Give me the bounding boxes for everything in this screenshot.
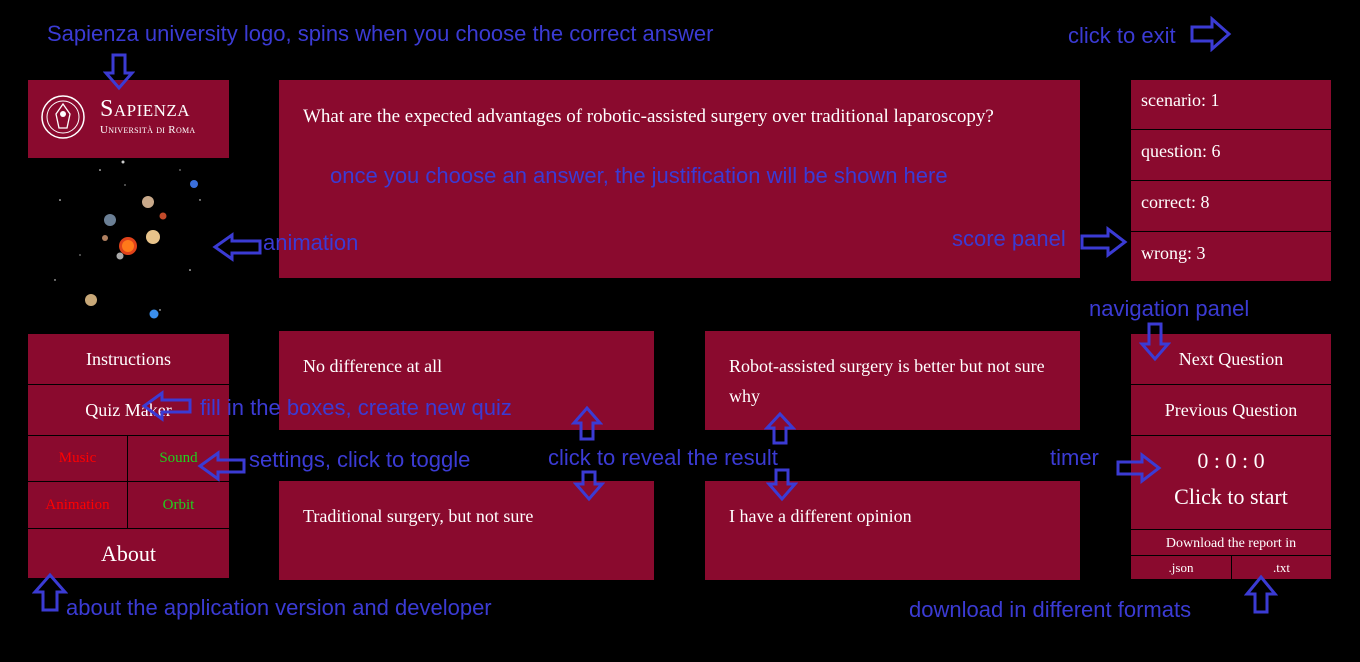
planet-icon [85, 294, 97, 306]
question-text: What are the expected advantages of robo… [303, 106, 994, 127]
planet-icon [102, 235, 108, 241]
download-json-button[interactable]: .json [1131, 560, 1231, 576]
score-correct: correct: 8 [1141, 192, 1210, 212]
answer-text: No difference at all [303, 356, 443, 376]
logo-subtitle: Università di Roma [100, 124, 196, 136]
annotation-quiz-maker: fill in the boxes, create new quiz [200, 395, 512, 420]
arrow-down-icon [1139, 322, 1171, 362]
annotation-navigation-panel: navigation panel [1089, 296, 1250, 321]
answer-option-4[interactable]: I have a different opinion [705, 481, 1080, 580]
answer-option-2[interactable]: Robot-assisted surgery is better but not… [705, 331, 1080, 430]
annotation-timer: timer [1050, 445, 1099, 470]
music-toggle[interactable]: Music [28, 436, 127, 481]
download-panel: Download the report in .json .txt [1131, 530, 1331, 579]
arrow-up-icon [764, 411, 796, 445]
arrow-left-icon [212, 232, 262, 262]
animation-toggle[interactable]: Animation [28, 482, 127, 528]
sapienza-logo: Sapienza Università di Roma [28, 80, 229, 158]
quiz-maker-button[interactable]: Quiz Maker [28, 385, 229, 435]
answer-text: Robot-assisted surgery is better but not… [729, 356, 1045, 406]
planet-icon [116, 252, 124, 260]
annotation-exit: click to exit [1068, 23, 1176, 48]
logo-title: Sapienza [100, 96, 191, 122]
arrow-down-icon [103, 53, 135, 91]
annotation-score-panel: score panel [952, 226, 1066, 251]
arrow-up-icon [571, 405, 603, 441]
annotation-justification: once you choose an answer, the justifica… [330, 163, 948, 188]
arrow-left-icon [140, 390, 192, 422]
score-wrong: wrong: 3 [1141, 243, 1206, 263]
annotation-logo: Sapienza university logo, spins when you… [47, 21, 714, 46]
answer-text: I have a different opinion [729, 506, 912, 526]
score-panel: scenario: 1 question: 6 correct: 8 wrong… [1131, 80, 1331, 281]
arrow-up-icon [1244, 574, 1278, 614]
planet-icon [190, 180, 198, 188]
arrow-right-icon [1190, 16, 1232, 52]
instructions-button[interactable]: Instructions [28, 334, 229, 384]
score-scenario: scenario: 1 [1141, 90, 1220, 110]
arrow-left-icon [196, 450, 246, 482]
arrow-right-icon [1116, 452, 1162, 484]
annotation-settings: settings, click to toggle [249, 447, 471, 472]
university-seal-icon [41, 95, 85, 139]
annotation-download: download in different formats [909, 597, 1192, 622]
planet-icon [104, 214, 116, 226]
annotation-reveal: click to reveal the result [548, 445, 778, 470]
timer-start-label: Click to start [1174, 484, 1288, 509]
arrow-right-icon [1080, 226, 1128, 258]
planet-icon [146, 230, 160, 244]
arrow-down-icon [766, 468, 798, 502]
score-question: question: 6 [1141, 141, 1221, 161]
download-label: Download the report in [1165, 536, 1297, 551]
planet-icon [149, 309, 159, 319]
arrow-down-icon [573, 470, 605, 502]
arrow-up-icon [32, 572, 68, 612]
annotation-about: about the application version and develo… [66, 595, 492, 620]
planet-icon [121, 160, 125, 164]
annotation-animation: animation [263, 230, 359, 255]
about-button[interactable]: About [28, 529, 229, 578]
previous-question-button[interactable]: Previous Question [1131, 385, 1331, 435]
planet-icon [159, 212, 167, 220]
solar-system-animation [54, 160, 201, 319]
planet-icon [142, 196, 154, 208]
orbit-toggle[interactable]: Orbit [128, 482, 229, 528]
